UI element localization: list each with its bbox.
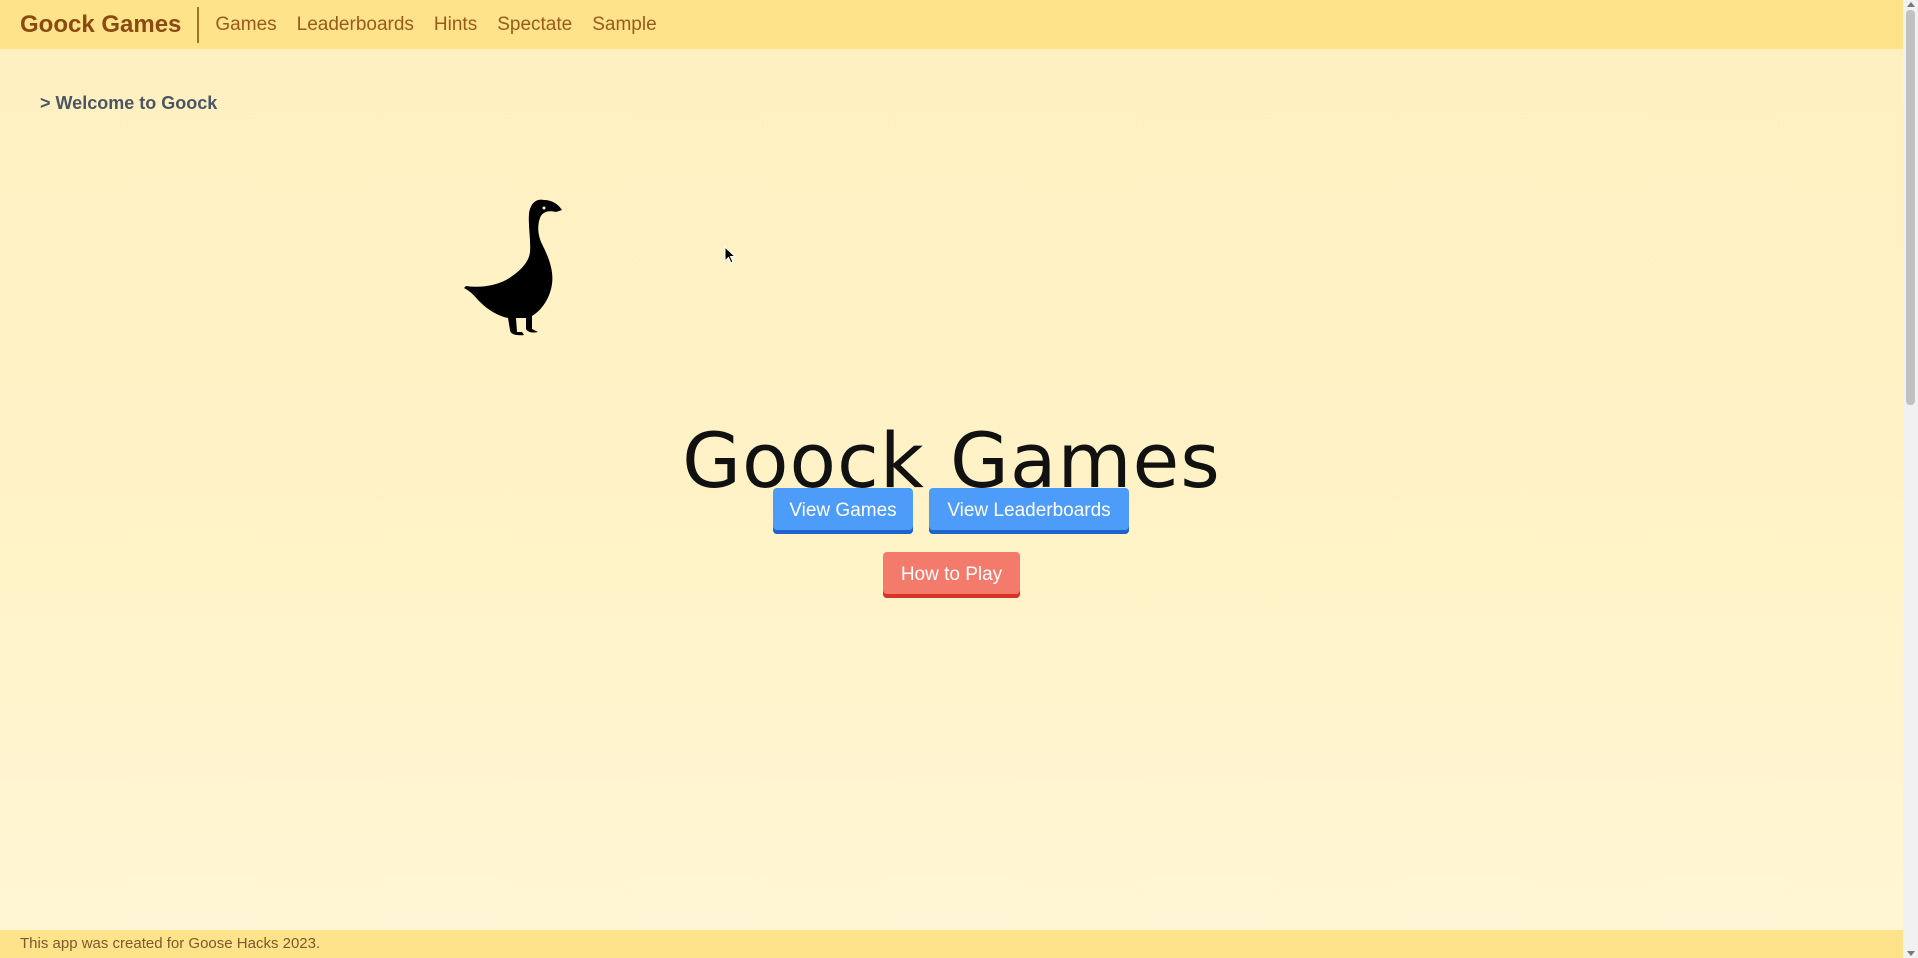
scroll-up-icon[interactable]: [1907, 2, 1915, 7]
breadcrumb: > Welcome to Goock: [40, 93, 218, 113]
footer-text: This app was created for Goose Hacks 202…: [20, 935, 321, 952]
vertical-scrollbar[interactable]: [1903, 0, 1918, 958]
scrollbar-thumb[interactable]: [1906, 10, 1915, 405]
scroll-down-icon[interactable]: [1907, 951, 1915, 956]
view-games-button[interactable]: View Games: [773, 488, 913, 534]
how-to-play-button[interactable]: How to Play: [883, 552, 1020, 598]
nav-link-games[interactable]: Games: [215, 14, 276, 36]
mouse-cursor-icon: [724, 246, 737, 264]
nav-link-leaderboards[interactable]: Leaderboards: [297, 14, 414, 36]
page: Goock Games Games Leaderboards Hints Spe…: [0, 0, 1903, 958]
footer: This app was created for Goose Hacks 202…: [0, 930, 1903, 958]
nav-link-spectate[interactable]: Spectate: [497, 14, 572, 36]
brand-logo-text[interactable]: Goock Games: [20, 6, 200, 43]
navbar: Goock Games Games Leaderboards Hints Spe…: [0, 0, 1903, 49]
nav-link-sample[interactable]: Sample: [592, 14, 656, 36]
nav-link-hints[interactable]: Hints: [434, 14, 477, 36]
view-leaderboards-button[interactable]: View Leaderboards: [929, 488, 1129, 534]
goose-silhouette-icon: [464, 199, 562, 336]
